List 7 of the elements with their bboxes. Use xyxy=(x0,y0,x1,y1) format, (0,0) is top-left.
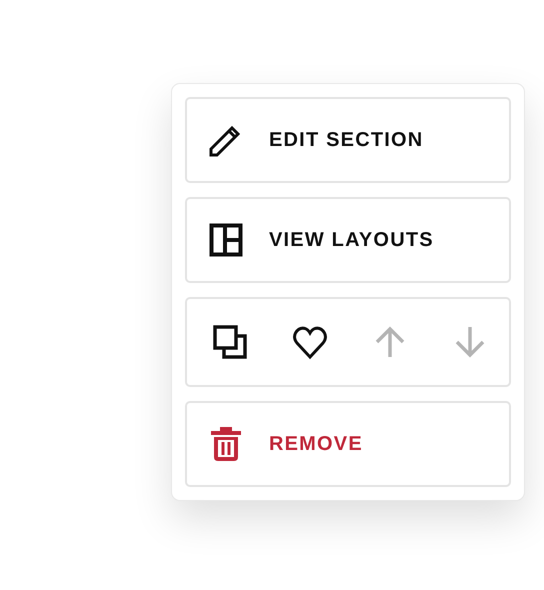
menu-item[interactable]: REMOVE xyxy=(185,401,511,487)
duplicate-icon[interactable] xyxy=(212,324,248,360)
trash-icon xyxy=(209,425,243,463)
menu-item[interactable]: VIEW LAYOUTS xyxy=(185,197,511,283)
heart-icon[interactable] xyxy=(292,324,328,360)
menu-item[interactable]: EDIT SECTION xyxy=(185,97,511,183)
layout-icon xyxy=(209,223,243,257)
